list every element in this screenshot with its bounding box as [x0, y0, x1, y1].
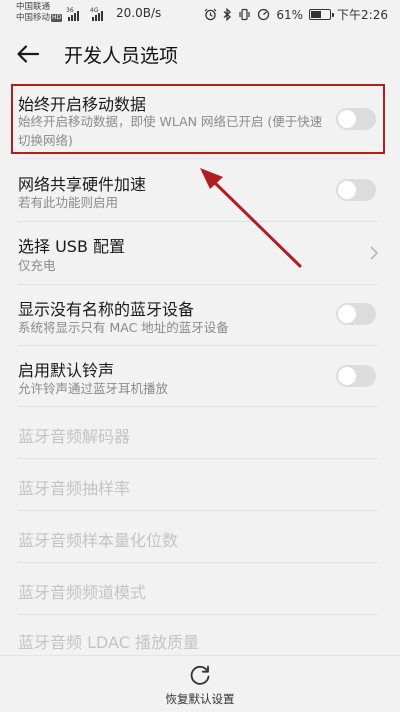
setting-bt-audio-channel-mode: 蓝牙音频频道模式: [0, 563, 400, 614]
carrier-info: 中国联通 中国移动 HD: [16, 2, 63, 24]
signal-icon: 36 4G: [66, 7, 103, 21]
chevron-right-icon: [370, 246, 379, 260]
status-icons: 61% 下午2:26: [204, 6, 388, 23]
setting-usb-config[interactable]: 选择 USB 配置 仅充电: [0, 222, 400, 284]
network-type-2: 4G: [90, 7, 99, 14]
highlight-box: [11, 84, 385, 154]
bluetooth-icon: [223, 8, 232, 21]
hd-badge: HD: [51, 14, 63, 22]
setting-title: 蓝牙音频 LDAC 播放质量: [18, 633, 199, 652]
refresh-icon: [190, 665, 210, 685]
clock: 下午2:26: [337, 8, 388, 22]
setting-title: 网络共享硬件加速: [18, 175, 147, 194]
setting-title: 启用默认铃声: [18, 361, 115, 380]
toggle-knob: [338, 305, 356, 323]
setting-default-ringtone[interactable]: 启用默认铃声 允许铃声通过蓝牙耳机播放: [0, 346, 400, 406]
app-bar: 开发人员选项: [0, 28, 400, 80]
setting-subtitle: 仅充电: [18, 258, 56, 273]
carrier-1: 中国联通: [16, 2, 51, 12]
setting-bt-audio-ldac-quality: 蓝牙音频 LDAC 播放质量: [0, 615, 400, 655]
show-unnamed-bluetooth-toggle[interactable]: [336, 303, 376, 325]
setting-title: 选择 USB 配置: [18, 237, 126, 256]
battery-percent: 61%: [276, 7, 304, 22]
net-speed: 20.0B/s: [116, 6, 162, 20]
battery-icon: [309, 9, 335, 20]
setting-bt-audio-bits-per-sample: 蓝牙音频样本量化位数: [0, 511, 400, 562]
reset-defaults-label: 恢复默认设置: [165, 692, 235, 706]
setting-subtitle: 系统将显示只有 MAC 地址的蓝牙设备: [18, 320, 229, 335]
bottom-bar: 恢复默认设置: [0, 655, 400, 712]
setting-show-unnamed-bluetooth[interactable]: 显示没有名称的蓝牙设备 系统将显示只有 MAC 地址的蓝牙设备: [0, 285, 400, 345]
network-type-1: 36: [66, 7, 74, 14]
tethering-hw-acceleration-toggle[interactable]: [336, 179, 376, 201]
data-saver-icon: [258, 8, 270, 21]
setting-title: 蓝牙音频抽样率: [18, 479, 131, 498]
setting-title: 蓝牙音频解码器: [18, 427, 131, 446]
setting-title: 蓝牙音频样本量化位数: [18, 531, 179, 550]
setting-title: 蓝牙音频频道模式: [18, 583, 147, 602]
vibrate-icon: [239, 8, 250, 21]
alarm-icon: [204, 8, 217, 21]
setting-title: 显示没有名称的蓝牙设备: [18, 300, 195, 319]
toggle-knob: [338, 367, 356, 385]
page-title: 开发人员选项: [64, 45, 179, 67]
reset-defaults-button[interactable]: 恢复默认设置: [150, 662, 250, 710]
carrier-2: 中国移动: [16, 13, 51, 23]
status-bar: 中国联通 中国移动 HD 36 4G 20.0B/s 61% 下午2:26: [0, 0, 400, 28]
setting-subtitle: 若有此功能则启用: [18, 195, 119, 210]
setting-bt-audio-codec: 蓝牙音频解码器: [0, 407, 400, 458]
setting-bt-audio-sample-rate: 蓝牙音频抽样率: [0, 459, 400, 510]
toggle-knob: [338, 181, 356, 199]
setting-tethering-hw-acceleration[interactable]: 网络共享硬件加速 若有此功能则启用: [0, 159, 400, 221]
setting-subtitle: 允许铃声通过蓝牙耳机播放: [18, 381, 169, 396]
back-arrow-icon[interactable]: [14, 40, 42, 68]
default-ringtone-toggle[interactable]: [336, 365, 376, 387]
